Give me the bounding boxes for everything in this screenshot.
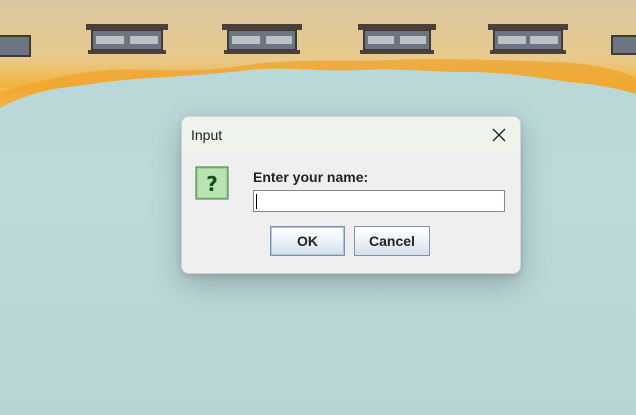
name-input-field[interactable] xyxy=(253,190,505,212)
close-button[interactable] xyxy=(478,117,520,153)
ok-button[interactable]: OK xyxy=(270,226,345,256)
dialog-titlebar[interactable]: Input xyxy=(182,117,520,153)
dialog-title: Input xyxy=(191,127,223,143)
input-dialog: Input ? Enter your name: OK Cancel xyxy=(181,116,521,274)
prompt-label: Enter your name: xyxy=(253,169,369,185)
svg-text:?: ? xyxy=(206,172,218,196)
cancel-button[interactable]: Cancel xyxy=(354,226,430,256)
building-wallpaper-image xyxy=(0,0,636,108)
question-icon: ? xyxy=(195,166,229,200)
text-caret xyxy=(256,194,257,209)
close-icon xyxy=(492,128,506,142)
